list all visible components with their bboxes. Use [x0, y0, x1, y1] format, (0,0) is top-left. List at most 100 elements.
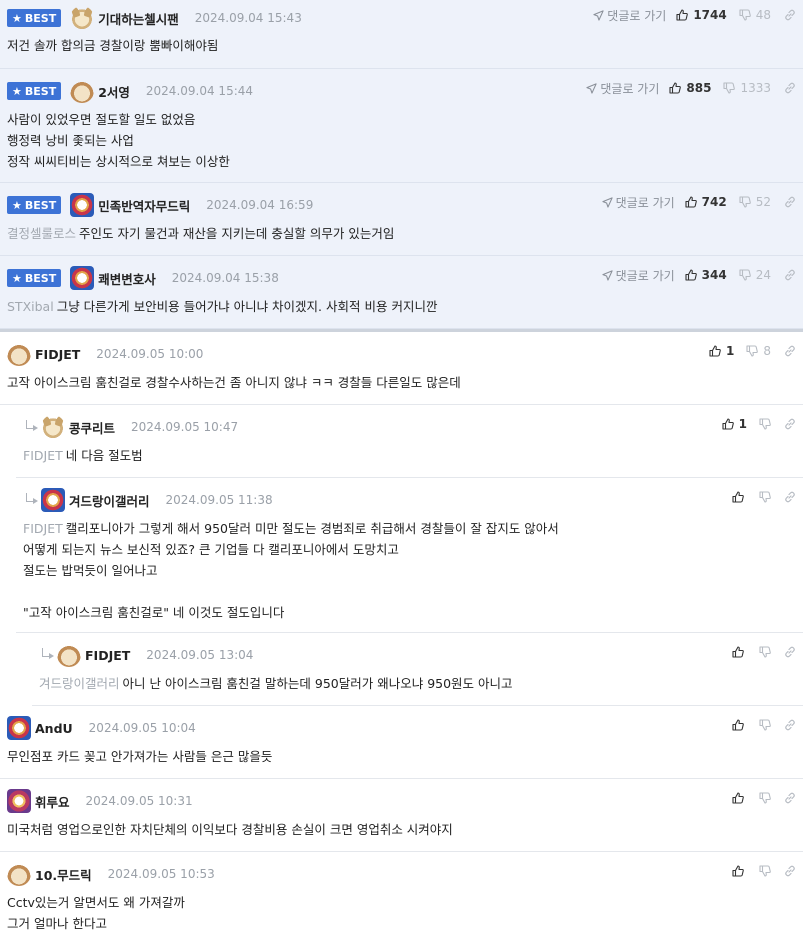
avatar[interactable] — [70, 79, 95, 103]
mention-tag[interactable]: FIDJET — [23, 448, 63, 463]
copy-link-button[interactable] — [784, 9, 796, 21]
copy-link-button[interactable] — [784, 82, 796, 94]
downvote-button[interactable] — [759, 418, 771, 430]
author-nickname[interactable]: 기대하는첼시팬 — [98, 9, 179, 28]
goto-reply-link[interactable]: 댓글로 가기 — [602, 194, 675, 211]
comment-body: 결정셀룰로스 주인도 자기 물건과 재산을 지키는데 충실할 의무가 있는거임 — [7, 226, 395, 241]
author-nickname[interactable]: AndU — [35, 721, 73, 736]
comment-date: 2024.09.04 15:44 — [145, 84, 254, 98]
reply-arrow-icon — [23, 493, 39, 507]
copy-link-button[interactable] — [784, 418, 796, 430]
copy-link-button[interactable] — [784, 196, 796, 208]
upvote-button[interactable]: 885 — [669, 81, 711, 95]
avatar[interactable] — [7, 716, 31, 740]
star-icon: ★ — [12, 11, 22, 25]
author-nickname[interactable]: 10.무드릭 — [35, 865, 92, 884]
comment-header: AndU 2024.09.05 10:04 — [7, 716, 196, 740]
goto-reply-link[interactable]: 댓글로 가기 — [602, 267, 675, 284]
comment: AndU 2024.09.05 10:04 무인점포 카드 꽂고 안가져가는 사… — [0, 706, 803, 779]
copy-link-button[interactable] — [784, 345, 796, 357]
copy-link-button[interactable] — [784, 646, 796, 658]
upvote-button[interactable] — [732, 865, 744, 877]
author-nickname[interactable]: 휘루요 — [35, 792, 70, 811]
downvote-button[interactable] — [759, 646, 771, 658]
upvote-count: 1 — [738, 417, 747, 431]
downvote-button[interactable] — [759, 719, 771, 731]
upvote-count: 344 — [701, 268, 727, 282]
link-icon — [785, 345, 795, 357]
downvote-button[interactable]: 48 — [739, 8, 771, 22]
best-comment: ★ BEST 기대하는첼시팬 2024.09.04 15:43 댓글로 가기 17… — [0, 0, 803, 69]
copy-link-button[interactable] — [784, 269, 796, 281]
link-icon — [785, 9, 795, 21]
upvote-button[interactable]: 344 — [685, 268, 727, 282]
downvote-button[interactable] — [759, 865, 771, 877]
author-nickname[interactable]: 콩쿠리트 — [69, 418, 115, 437]
comment-body: FIDJET 네 다음 절도범 — [23, 448, 143, 463]
comment-header: ★ BEST 쾌변변호사 2024.09.04 15:38 — [7, 266, 279, 290]
upvote-button[interactable] — [732, 646, 744, 658]
avatar[interactable] — [70, 193, 95, 217]
copy-link-button[interactable] — [784, 865, 796, 877]
upvote-button[interactable] — [732, 491, 744, 503]
copy-link-button[interactable] — [784, 792, 796, 804]
author-nickname[interactable]: 민족반역자무드릭 — [98, 196, 190, 215]
author-nickname[interactable]: 겨드랑이갤러리 — [69, 491, 150, 510]
comment-body: 미국처럼 영업으로인한 자치단체의 이익보다 경찰비용 손실이 크면 영업취소 … — [7, 822, 453, 837]
upvote-button[interactable]: 1744 — [676, 8, 727, 22]
downvote-button[interactable] — [759, 491, 771, 503]
upvote-count: 1744 — [693, 8, 727, 22]
downvote-count: 1333 — [740, 81, 771, 95]
comment-date: 2024.09.04 15:43 — [194, 11, 302, 25]
avatar[interactable] — [41, 415, 65, 439]
mention-tag[interactable]: 겨드랑이갤러리 — [39, 676, 120, 691]
best-badge: ★ BEST — [7, 269, 62, 287]
upvote-button[interactable]: 1 — [709, 344, 734, 358]
thumbs-up-icon — [685, 196, 697, 208]
upvote-button[interactable] — [732, 719, 744, 731]
goto-reply-link[interactable]: 댓글로 가기 — [593, 7, 666, 24]
comment-actions: 댓글로 가기 742 52 — [602, 193, 796, 211]
avatar[interactable] — [7, 342, 31, 366]
downvote-button[interactable]: 52 — [739, 195, 771, 209]
downvote-button[interactable]: 8 — [746, 344, 771, 358]
comment-date: 2024.09.05 13:04 — [146, 648, 254, 662]
mention-tag[interactable]: FIDJET — [23, 521, 63, 536]
star-icon: ★ — [12, 84, 22, 98]
mention-tag[interactable]: STXibal — [7, 299, 54, 314]
thumbs-down-icon — [739, 196, 751, 208]
thumbs-down-icon — [759, 865, 771, 877]
mention-tag[interactable]: 결정셀룰로스 — [7, 226, 76, 241]
avatar[interactable] — [7, 862, 31, 886]
author-nickname[interactable]: FIDJET — [35, 347, 80, 362]
link-icon — [785, 418, 795, 430]
author-nickname[interactable]: FIDJET — [85, 648, 130, 663]
avatar[interactable] — [41, 488, 65, 512]
downvote-button[interactable]: 24 — [739, 268, 771, 282]
avatar[interactable] — [57, 643, 81, 667]
author-nickname[interactable]: 2서영 — [98, 82, 130, 101]
send-arrow-icon — [602, 196, 613, 208]
copy-link-button[interactable] — [784, 719, 796, 731]
avatar[interactable] — [70, 266, 95, 290]
best-badge: ★ BEST — [7, 196, 62, 214]
send-arrow-icon — [586, 82, 598, 94]
copy-link-button[interactable] — [784, 491, 796, 503]
comment-body: STXibal 그냥 다른가게 보안비용 들어가냐 아니냐 차이겠지. 사회적 비… — [7, 299, 438, 314]
avatar[interactable] — [70, 6, 95, 30]
goto-reply-link[interactable]: 댓글로 가기 — [586, 80, 659, 97]
downvote-button[interactable] — [759, 792, 771, 804]
reply-arrow-icon — [23, 420, 39, 434]
author-nickname[interactable]: 쾌변변호사 — [98, 269, 156, 288]
link-icon — [785, 792, 795, 804]
comment-actions: 댓글로 가기 344 24 — [602, 266, 796, 284]
link-icon — [785, 269, 795, 281]
upvote-button[interactable]: 1 — [722, 417, 747, 431]
upvote-button[interactable] — [732, 792, 744, 804]
downvote-count: 24 — [755, 268, 771, 282]
downvote-button[interactable]: 1333 — [723, 81, 771, 95]
upvote-button[interactable]: 742 — [685, 195, 727, 209]
comment-date: 2024.09.05 10:04 — [88, 721, 196, 735]
avatar[interactable] — [7, 789, 31, 813]
thumbs-down-icon — [723, 82, 736, 94]
